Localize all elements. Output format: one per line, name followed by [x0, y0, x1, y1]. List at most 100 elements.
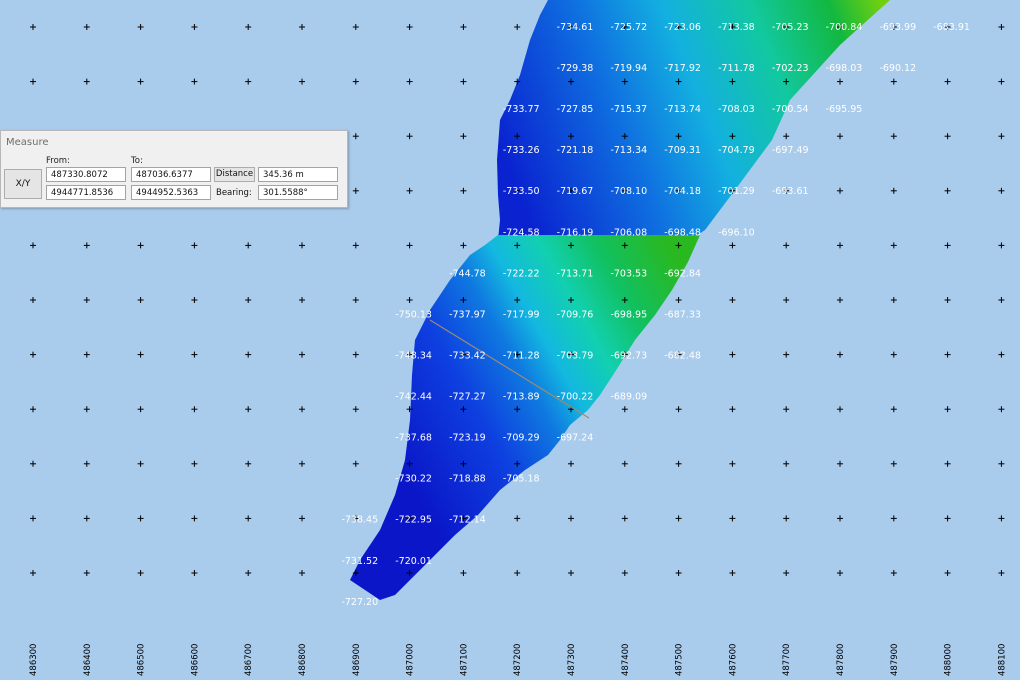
- depth-label: -713.38: [718, 22, 755, 33]
- grid-cross: [890, 242, 897, 249]
- grid-cross: [621, 406, 628, 413]
- easting-label: 488000: [944, 644, 954, 676]
- depth-label: -733.50: [503, 186, 540, 197]
- grid-cross: [837, 78, 843, 85]
- grid-cross: [621, 460, 628, 467]
- depth-label: -712.14: [449, 515, 486, 526]
- depth-raster: [350, 0, 890, 600]
- easting-label: 487100: [459, 644, 469, 676]
- xy-button[interactable]: X/Y: [4, 169, 42, 199]
- grid-cross: [568, 570, 574, 576]
- measure-title: Measure: [6, 137, 49, 148]
- grid-cross: [944, 515, 951, 522]
- grid-cross: [191, 515, 198, 522]
- grid-cross: [675, 406, 682, 413]
- depth-label: -722.95: [395, 515, 432, 526]
- grid-cross: [890, 570, 897, 576]
- grid-cross: [299, 297, 305, 303]
- depth-label: -700.22: [557, 392, 594, 403]
- depth-label: -692.84: [664, 268, 701, 279]
- bearing-field: 301.5588°: [258, 185, 338, 200]
- depth-label: -724.58: [503, 227, 540, 238]
- grid-cross: [406, 24, 413, 30]
- grid-cross: [675, 460, 682, 467]
- grid-cross: [191, 297, 198, 303]
- grid-cross: [837, 515, 843, 522]
- depth-label: -708.03: [718, 104, 755, 115]
- grid-cross: [944, 187, 951, 194]
- depth-label: -727.27: [449, 392, 486, 403]
- depth-label: -708.10: [610, 186, 647, 197]
- grid-cross: [890, 351, 897, 358]
- easting-label: 487200: [513, 644, 523, 676]
- grid-cross: [30, 515, 36, 522]
- to-y-field[interactable]: 4944952.5363: [131, 185, 211, 200]
- grid-cross: [890, 406, 897, 413]
- easting-label: 486400: [83, 644, 93, 676]
- depth-label: -690.12: [879, 63, 916, 74]
- depth-label: -687.33: [664, 309, 701, 320]
- depth-label: -711.78: [718, 63, 755, 74]
- grid-cross: [406, 297, 413, 303]
- grid-cross: [998, 297, 1005, 303]
- grid-cross: [191, 406, 198, 413]
- from-x-field[interactable]: 487330.8072: [46, 167, 126, 182]
- grid-cross: [783, 297, 790, 303]
- depth-label: -693.61: [772, 186, 809, 197]
- from-y-field[interactable]: 4944771.8536: [46, 185, 126, 200]
- grid-cross: [729, 351, 736, 358]
- measure-panel: Measure X/Y From: To: 487330.8072 494477…: [0, 130, 348, 208]
- grid-cross: [783, 351, 790, 358]
- grid-cross: [299, 78, 305, 85]
- grid-cross: [245, 406, 252, 413]
- grid-cross: [191, 570, 198, 576]
- depth-label: -722.22: [503, 268, 540, 279]
- depth-label: -689.09: [610, 392, 647, 403]
- grid-cross: [83, 515, 90, 522]
- grid-cross: [729, 460, 736, 467]
- grid-cross: [729, 297, 736, 303]
- grid-cross: [675, 297, 682, 303]
- grid-cross: [783, 460, 790, 467]
- depth-label: -733.42: [449, 350, 486, 361]
- easting-label: 487800: [836, 644, 846, 676]
- grid-cross: [352, 460, 359, 467]
- depth-label: -709.29: [503, 433, 540, 444]
- depth-label: -733.26: [503, 145, 540, 156]
- grid-cross: [837, 406, 843, 413]
- grid-cross: [783, 570, 790, 576]
- easting-label: 486700: [244, 644, 254, 676]
- grid-cross: [30, 78, 36, 85]
- grid-cross: [299, 351, 305, 358]
- depth-label: -737.97: [449, 309, 486, 320]
- grid-cross: [83, 78, 90, 85]
- easting-label: 487500: [675, 644, 685, 676]
- grid-cross: [514, 515, 521, 522]
- depth-label: -727.20: [341, 597, 378, 608]
- grid-cross: [191, 242, 198, 249]
- grid-cross: [30, 460, 36, 467]
- depth-label: -713.71: [557, 268, 594, 279]
- grid-cross: [352, 351, 359, 358]
- bathymetry-map[interactable]: -734.61 -725.72 -723.06 -713.38 -705.23 -700.…: [0, 0, 1020, 680]
- depth-label: -697.24: [557, 433, 594, 444]
- grid-cross: [352, 133, 359, 140]
- grid-cross: [890, 133, 897, 140]
- grid-cross: [998, 133, 1005, 140]
- distance-button[interactable]: Distance: [214, 167, 255, 182]
- grid-cross: [137, 351, 144, 358]
- grid-cross: [890, 187, 897, 194]
- grid-cross: [890, 515, 897, 522]
- grid-cross: [729, 242, 736, 249]
- easting-label: 488100: [997, 644, 1007, 676]
- easting-label: 487700: [782, 644, 792, 676]
- grid-cross: [137, 570, 144, 576]
- depth-label: -698.03: [826, 63, 863, 74]
- depth-label: -700.54: [772, 104, 809, 115]
- grid-cross: [944, 406, 951, 413]
- bearing-label: Bearing:: [216, 188, 252, 198]
- depth-label: -683.91: [933, 22, 970, 33]
- to-x-field[interactable]: 487036.6377: [131, 167, 211, 182]
- depth-label: -718.88: [449, 474, 486, 485]
- grid-cross: [729, 570, 736, 576]
